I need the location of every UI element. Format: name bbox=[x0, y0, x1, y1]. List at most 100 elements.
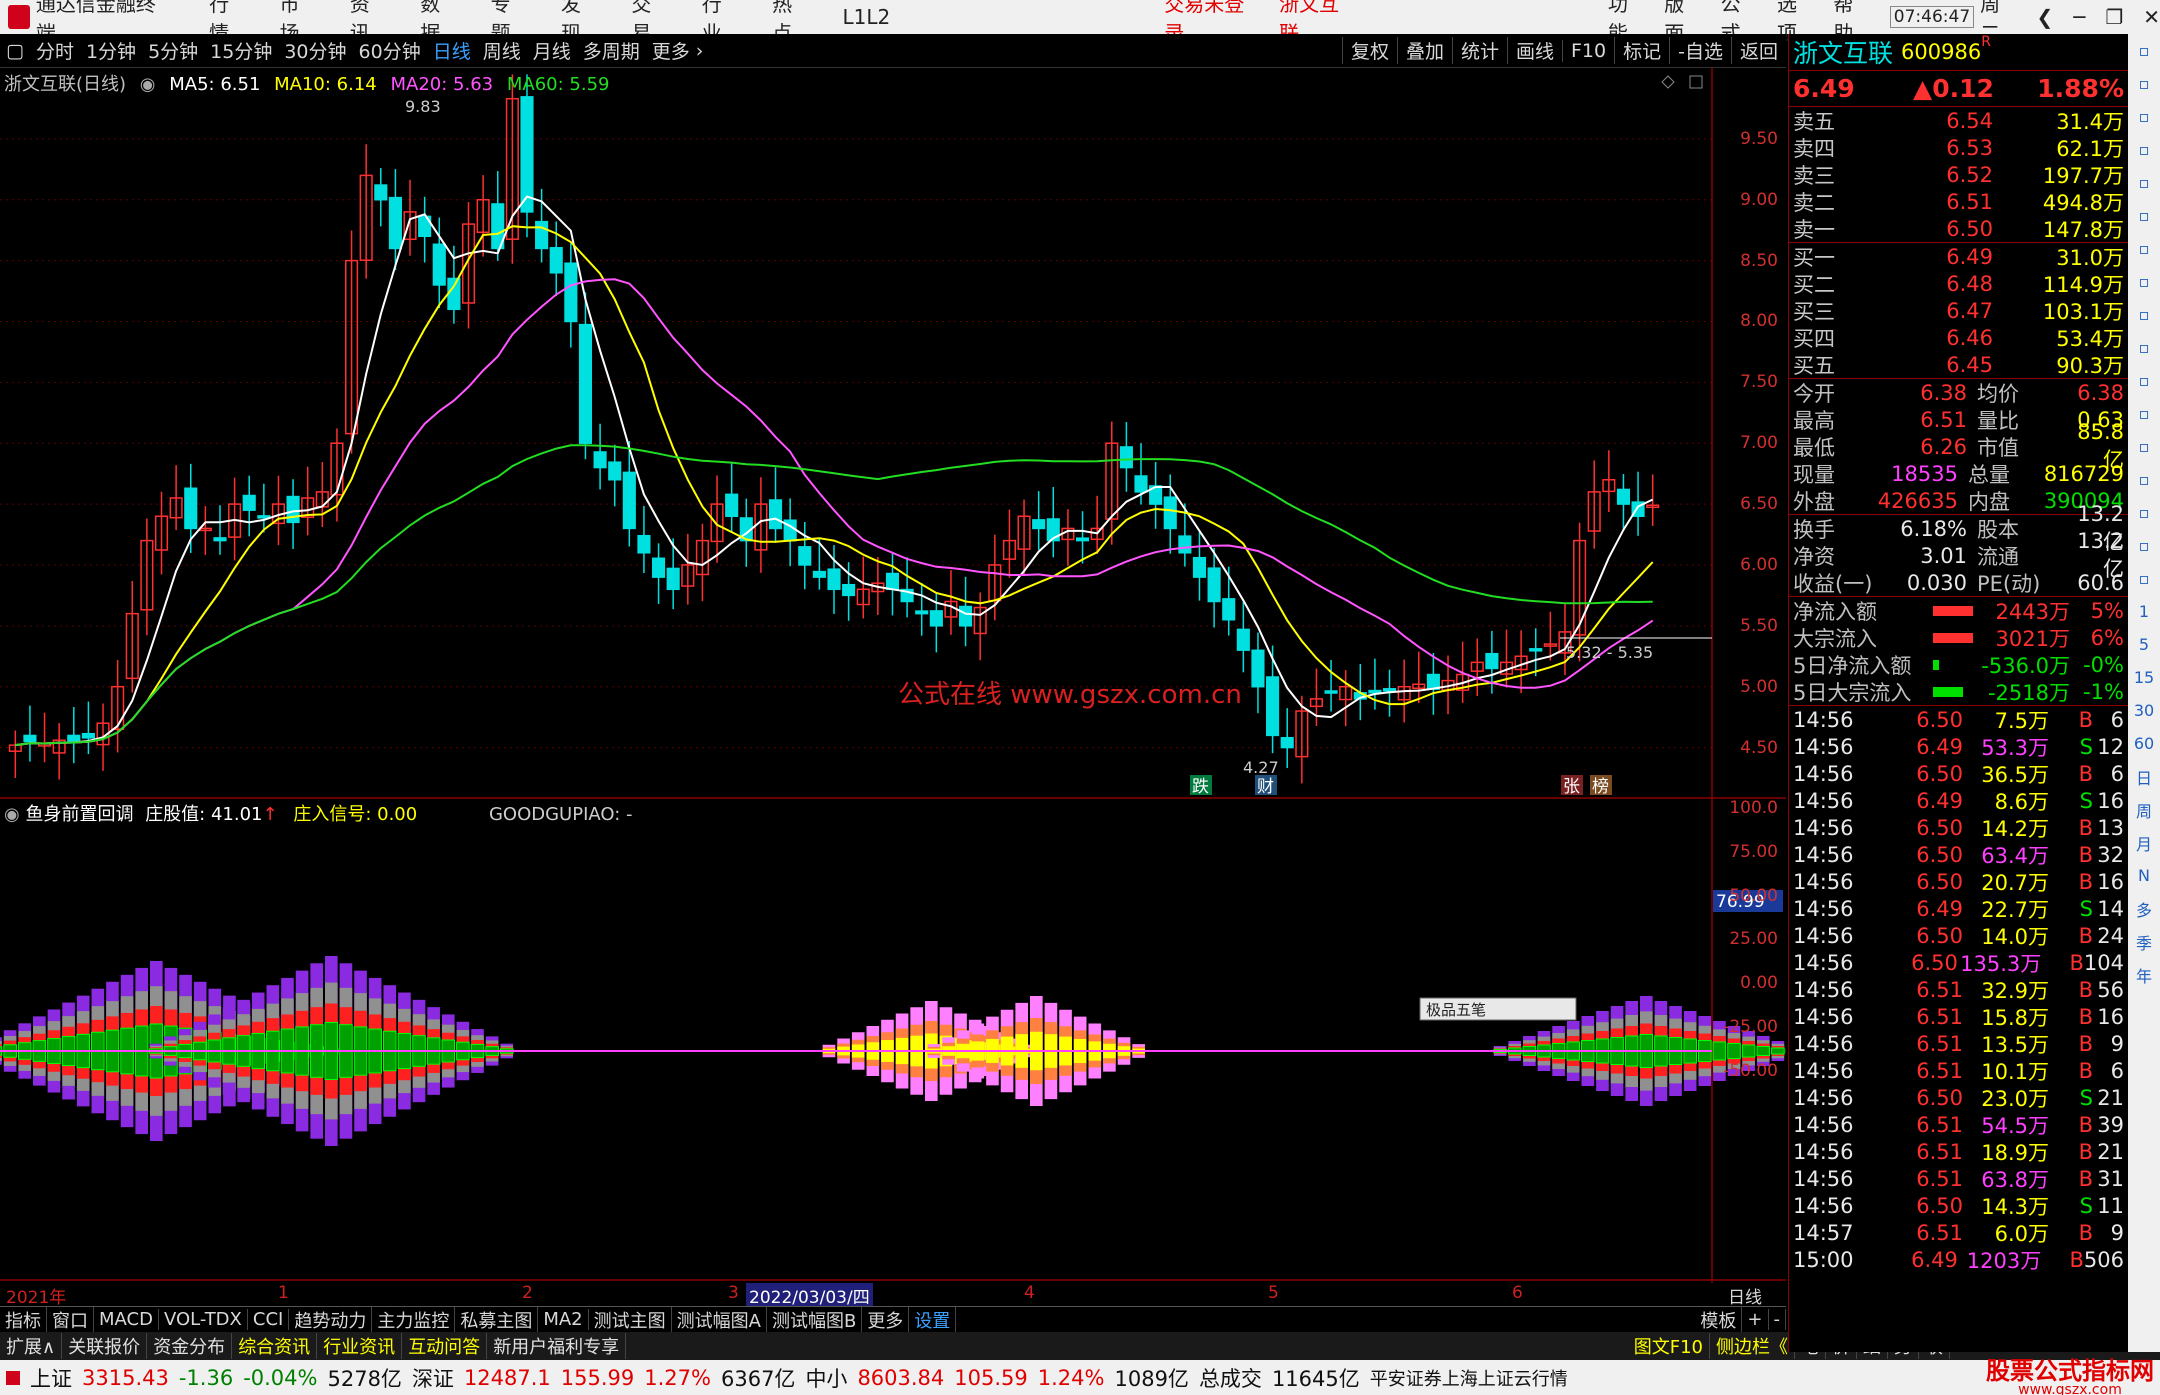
chart-icon[interactable]: ▫ bbox=[2128, 199, 2160, 232]
tick-row[interactable]: 14:56 6.50 23.0万 S 21 bbox=[1789, 1084, 2128, 1111]
tick-row[interactable]: 14:56 6.49 8.6万 S 16 bbox=[1789, 787, 2128, 814]
ext-promo[interactable]: 新用户福利专享 bbox=[487, 1333, 627, 1359]
tab-2[interactable]: MACD bbox=[94, 1309, 159, 1330]
period-15min[interactable]: 15分钟 bbox=[204, 37, 278, 64]
restore-icon[interactable]: ❐ bbox=[2105, 5, 2123, 29]
f2-icon[interactable]: ▫ bbox=[2128, 364, 2160, 397]
period-multi[interactable]: 多周期 bbox=[577, 37, 646, 64]
side-period-0[interactable]: 1 bbox=[2128, 595, 2160, 628]
side-period-4[interactable]: 60 bbox=[2128, 727, 2160, 760]
tab-0[interactable]: 指标 bbox=[0, 1306, 47, 1333]
tool-fanhui[interactable]: 返回 bbox=[1730, 37, 1786, 64]
tick-row[interactable]: 14:56 6.50 20.7万 B 16 bbox=[1789, 868, 2128, 895]
ext-related-quote[interactable]: 关联报价 bbox=[62, 1333, 148, 1359]
zx-index[interactable]: 8603.84 bbox=[857, 1366, 944, 1390]
chart-corner-icons[interactable] bbox=[1661, 75, 1703, 89]
period-5min[interactable]: 5分钟 bbox=[142, 37, 204, 64]
event-marker-die[interactable]: 跌 bbox=[1192, 777, 1209, 797]
tab-3[interactable]: VOL-TDX bbox=[159, 1309, 248, 1330]
period-weekly[interactable]: 周线 bbox=[477, 37, 527, 64]
chevron-up-icon[interactable]: ▫ bbox=[2128, 34, 2160, 67]
tick-row[interactable]: 14:56 6.50 36.5万 B 6 bbox=[1789, 760, 2128, 787]
side-period-2[interactable]: 15 bbox=[2128, 661, 2160, 694]
indicator-settings-icon[interactable]: ◉ bbox=[4, 804, 20, 825]
period-daily[interactable]: 日线 bbox=[427, 37, 477, 64]
tab-9[interactable]: 测试主图 bbox=[589, 1306, 672, 1333]
tick-row[interactable]: 14:56 6.51 10.1万 B 6 bbox=[1789, 1057, 2128, 1084]
ext-fund-dist[interactable]: 资金分布 bbox=[147, 1333, 233, 1359]
tool-huaxian[interactable]: 画线 bbox=[1506, 37, 1562, 64]
tab-1[interactable]: 窗口 bbox=[47, 1306, 94, 1333]
tick-row[interactable]: 14:56 6.51 13.5万 B 9 bbox=[1789, 1030, 2128, 1057]
period-30min[interactable]: 30分钟 bbox=[278, 37, 352, 64]
pen-icon[interactable]: ▫ bbox=[2128, 562, 2160, 595]
event-marker-cai[interactable]: 财 bbox=[1257, 777, 1274, 797]
tick-row[interactable]: 14:56 6.50 135.3万 B 104 bbox=[1789, 949, 2128, 976]
tabctl-0[interactable]: 模板 bbox=[1695, 1306, 1743, 1333]
side-period-9[interactable]: 多 bbox=[2128, 892, 2160, 925]
ext-toggle[interactable]: 扩展∧ bbox=[0, 1333, 63, 1359]
side-period-10[interactable]: 季 bbox=[2128, 925, 2160, 958]
tick-row[interactable]: 14:56 6.51 15.8万 B 16 bbox=[1789, 1003, 2128, 1030]
panel-toggle-icon[interactable]: ▢ bbox=[0, 40, 30, 62]
page-icon[interactable]: ▫ bbox=[2128, 265, 2160, 298]
bar-icon[interactable]: ▫ bbox=[2128, 232, 2160, 265]
tool-zixuan[interactable]: -自选 bbox=[1669, 37, 1731, 64]
tab-11[interactable]: 测试幅图B bbox=[767, 1306, 863, 1333]
arrow-down-icon[interactable]: ▫ bbox=[2128, 100, 2160, 133]
ext-sidebar[interactable]: 侧边栏《 bbox=[1710, 1333, 1795, 1359]
doc-icon[interactable]: ▫ bbox=[2128, 133, 2160, 166]
ext-qa[interactable]: 互动问答 bbox=[402, 1333, 488, 1359]
target-icon[interactable]: ▫ bbox=[2128, 430, 2160, 463]
period-fenshi[interactable]: 分时 bbox=[30, 37, 80, 64]
tick-list[interactable]: 14:56 6.50 7.5万 B 6 14:56 6.49 53.3万 S 12 14:56 6.5… bbox=[1789, 705, 2128, 1273]
side-period-8[interactable]: N bbox=[2128, 859, 2160, 892]
sh-index[interactable]: 3315.43 bbox=[82, 1366, 169, 1390]
tick-row[interactable]: 14:56 6.51 54.5万 B 39 bbox=[1789, 1111, 2128, 1138]
tick-row[interactable]: 14:57 6.51 6.0万 B 9 bbox=[1789, 1219, 2128, 1246]
tab-6[interactable]: 主力监控 bbox=[372, 1306, 456, 1333]
side-period-3[interactable]: 30 bbox=[2128, 694, 2160, 727]
tabctl-1[interactable]: + bbox=[1742, 1309, 1769, 1330]
tab-4[interactable]: CCI bbox=[248, 1309, 290, 1330]
settings-dot-icon[interactable]: ◉ bbox=[140, 74, 156, 95]
tab-8[interactable]: MA2 bbox=[538, 1309, 589, 1330]
grid-icon[interactable]: ▫ bbox=[2128, 166, 2160, 199]
back-icon[interactable]: ❮ bbox=[2037, 5, 2054, 29]
f10-icon[interactable]: ▫ bbox=[2128, 298, 2160, 331]
tick-row[interactable]: 14:56 6.49 22.7万 S 14 bbox=[1789, 895, 2128, 922]
tick-row[interactable]: 14:56 6.51 32.9万 B 56 bbox=[1789, 976, 2128, 1003]
hand-icon[interactable]: ▫ bbox=[2128, 463, 2160, 496]
ext-news[interactable]: 综合资讯 bbox=[232, 1333, 318, 1359]
list-icon[interactable]: ▫ bbox=[2128, 331, 2160, 364]
ext-f10[interactable]: 图文F10 bbox=[1628, 1333, 1710, 1359]
tabctl-2[interactable]: - bbox=[1769, 1309, 1786, 1330]
side-period-5[interactable]: 日 bbox=[2128, 760, 2160, 793]
tick-row[interactable]: 14:56 6.49 53.3万 S 12 bbox=[1789, 733, 2128, 760]
tick-row[interactable]: 14:56 6.50 7.5万 B 6 bbox=[1789, 706, 2128, 733]
tab-7[interactable]: 私募主图 bbox=[455, 1306, 539, 1333]
event-marker-bang[interactable]: 榜 bbox=[1592, 777, 1609, 797]
tab-13[interactable]: 设置 bbox=[909, 1306, 957, 1333]
minimize-icon[interactable]: ─ bbox=[2073, 5, 2085, 29]
tool-fuquan[interactable]: 复权 bbox=[1341, 37, 1397, 64]
rsi-icon[interactable]: ▫ bbox=[2128, 496, 2160, 529]
tab-12[interactable]: 更多 bbox=[862, 1306, 910, 1333]
tool-tongji[interactable]: 统计 bbox=[1451, 37, 1507, 64]
tick-row[interactable]: 14:56 6.50 14.2万 B 13 bbox=[1789, 814, 2128, 841]
side-period-7[interactable]: 月 bbox=[2128, 826, 2160, 859]
event-marker-zhang[interactable]: 张 bbox=[1563, 777, 1580, 797]
menu-l1l2[interactable]: L1L2 bbox=[843, 5, 891, 29]
sz-index[interactable]: 12487.1 bbox=[464, 1366, 551, 1390]
arrow-up-icon[interactable]: ▫ bbox=[2128, 67, 2160, 100]
f3-icon[interactable]: ▫ bbox=[2128, 397, 2160, 430]
chevron-right-icon[interactable]: › bbox=[696, 40, 704, 62]
tick-row[interactable]: 14:56 6.50 14.0万 B 24 bbox=[1789, 922, 2128, 949]
tick-row[interactable]: 14:56 6.51 18.9万 B 21 bbox=[1789, 1138, 2128, 1165]
tool-biaoji[interactable]: 标记 bbox=[1614, 37, 1669, 64]
tick-row[interactable]: 14:56 6.51 63.8万 B 31 bbox=[1789, 1165, 2128, 1192]
tick-row[interactable]: 15:00 6.49 1203万 B 506 bbox=[1789, 1246, 2128, 1273]
tool-diejia[interactable]: 叠加 bbox=[1396, 37, 1452, 64]
period-monthly[interactable]: 月线 bbox=[527, 37, 577, 64]
side-period-6[interactable]: 周 bbox=[2128, 793, 2160, 826]
